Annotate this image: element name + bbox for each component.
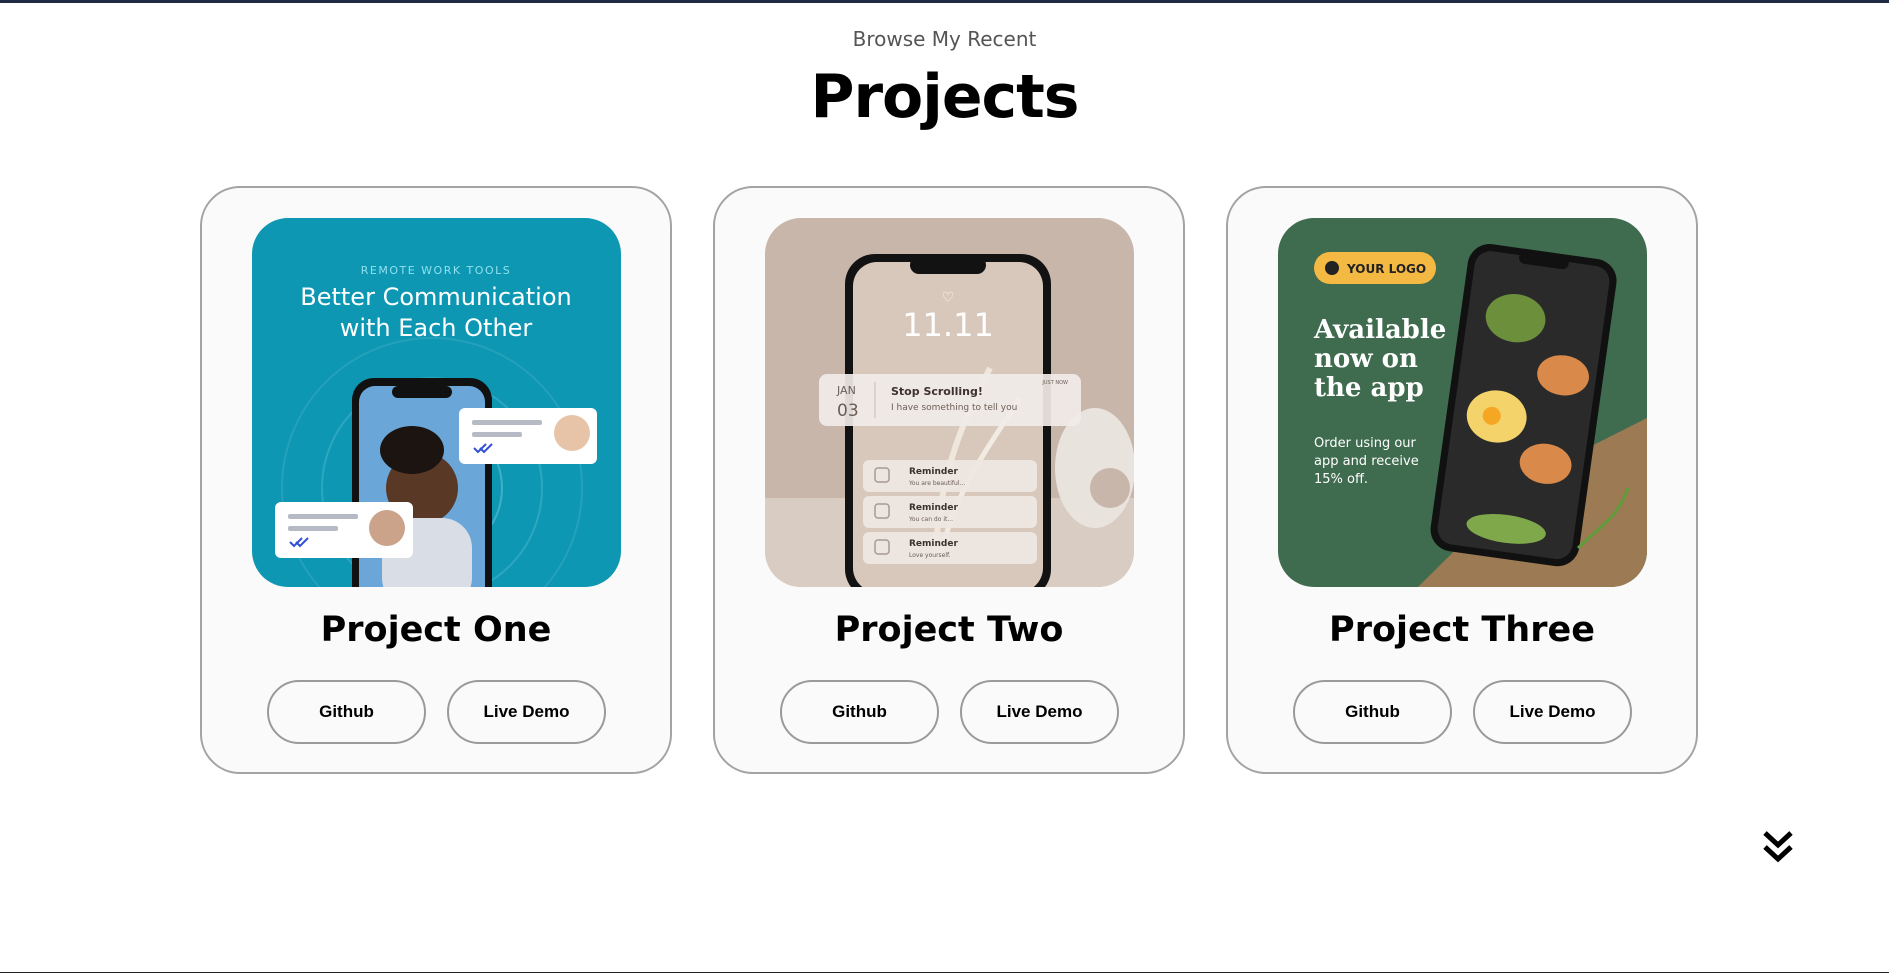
thumb-body-3: 15% off. <box>1314 472 1368 487</box>
thumb-headline-2: with Each Other <box>340 314 533 342</box>
thumb-reminder-3-body: Love yourself. <box>909 552 951 559</box>
project-two-image: ♡ 11.11 JAN 03 Stop Scrolling! I have so… <box>765 218 1134 587</box>
thumb-reminder-2-title: Reminder <box>909 503 958 513</box>
thumb-reminder-3-title: Reminder <box>909 539 958 549</box>
project-two-github-button[interactable]: Github <box>780 680 939 744</box>
project-two-title: Project Two <box>834 610 1064 650</box>
project-card-one: REMOTE WORK TOOLS Better Communication w… <box>200 186 672 774</box>
thumb-notification-time: JUST NOW <box>1041 380 1068 386</box>
project-one-thumbnail: REMOTE WORK TOOLS Better Communication w… <box>252 218 621 587</box>
thumb-reminder-1-body: You are beautiful... <box>908 480 965 487</box>
thumb-clock: 11.11 <box>902 306 994 344</box>
project-three-thumbnail: YOUR LOGO Available now on the app Order… <box>1278 218 1647 587</box>
svg-text:♡: ♡ <box>942 290 955 306</box>
project-card-three: YOUR LOGO Available now on the app Order… <box>1226 186 1698 774</box>
thumb-date-month: JAN <box>836 384 856 397</box>
thumb-headline-2: now on <box>1314 344 1418 374</box>
project-two-live-demo-button[interactable]: Live Demo <box>960 680 1119 744</box>
project-three-image: YOUR LOGO Available now on the app Order… <box>1278 218 1647 587</box>
top-border <box>0 0 1889 3</box>
thumb-headline-1: Better Communication <box>300 283 571 311</box>
project-one-github-button[interactable]: Github <box>267 680 426 744</box>
thumb-body-2: app and receive <box>1314 454 1419 469</box>
thumb-reminder-1-title: Reminder <box>909 467 958 477</box>
thumb-kicker: REMOTE WORK TOOLS <box>361 264 511 277</box>
thumb-headline-3: the app <box>1314 373 1424 403</box>
thumb-notification-body: I have something to tell you <box>891 403 1017 413</box>
project-three-live-demo-button[interactable]: Live Demo <box>1473 680 1632 744</box>
project-one-live-demo-button[interactable]: Live Demo <box>447 680 606 744</box>
project-one-title: Project One <box>320 610 552 650</box>
thumb-reminder-2-body: You can do it... <box>908 516 953 523</box>
project-card-two: ♡ 11.11 JAN 03 Stop Scrolling! I have so… <box>713 186 1185 774</box>
double-chevron-down-icon[interactable] <box>1762 830 1794 864</box>
thumb-notification-title: Stop Scrolling! <box>891 385 983 398</box>
project-three-github-button[interactable]: Github <box>1293 680 1452 744</box>
thumb-date-day: 03 <box>837 401 859 421</box>
section-title: Projects <box>810 62 1079 132</box>
thumb-body-1: Order using our <box>1314 436 1417 451</box>
project-two-thumbnail: ♡ 11.11 JAN 03 Stop Scrolling! I have so… <box>765 218 1134 587</box>
section-eyebrow: Browse My Recent <box>852 27 1037 51</box>
thumb-logo-text: YOUR LOGO <box>1346 262 1426 276</box>
thumb-headline-1: Available <box>1313 315 1446 345</box>
project-three-title: Project Three <box>1329 610 1595 650</box>
project-one-image: REMOTE WORK TOOLS Better Communication w… <box>252 218 621 587</box>
